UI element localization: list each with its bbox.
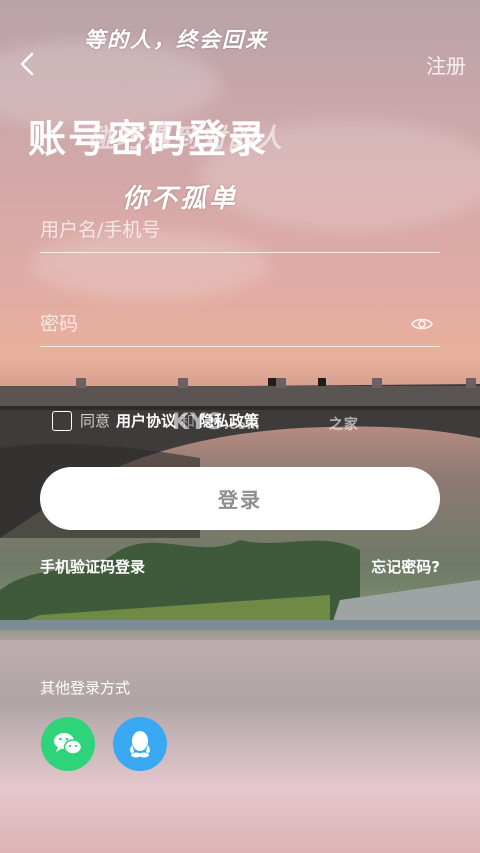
agreement-prefix: 同意 <box>80 412 111 430</box>
login-button[interactable]: 登录 <box>40 467 440 530</box>
user-agreement-link[interactable]: 用户协议 <box>116 410 176 431</box>
other-login-label: 其他登录方式 <box>40 679 131 697</box>
watermark-text: KYS <box>172 410 224 435</box>
wechat-login-button[interactable] <box>41 717 95 771</box>
tagline-text: 等的人，终会回来 <box>84 28 268 52</box>
back-arrow-icon[interactable] <box>14 50 42 78</box>
forgot-password-link[interactable]: 忘记密码? <box>371 556 440 577</box>
username-field-wrapper <box>40 208 440 253</box>
register-link[interactable]: 注册 <box>426 50 466 79</box>
sms-login-link[interactable]: 手机验证码登录 <box>40 556 145 577</box>
show-password-eye-icon[interactable] <box>410 312 434 336</box>
qq-login-button[interactable] <box>113 717 167 771</box>
watermark-extra: 之家 <box>328 417 359 433</box>
password-input[interactable] <box>40 302 440 346</box>
password-field-wrapper <box>40 302 440 347</box>
title-overlay-text: 碰巧遇到对的人 <box>88 124 285 154</box>
qq-icon <box>130 731 150 758</box>
watermark: KYS.com 之家 <box>172 410 359 435</box>
username-input[interactable] <box>40 208 440 252</box>
wechat-icon <box>54 733 83 755</box>
watermark-sub: .com <box>223 418 261 432</box>
agreement-checkbox[interactable] <box>52 410 72 431</box>
